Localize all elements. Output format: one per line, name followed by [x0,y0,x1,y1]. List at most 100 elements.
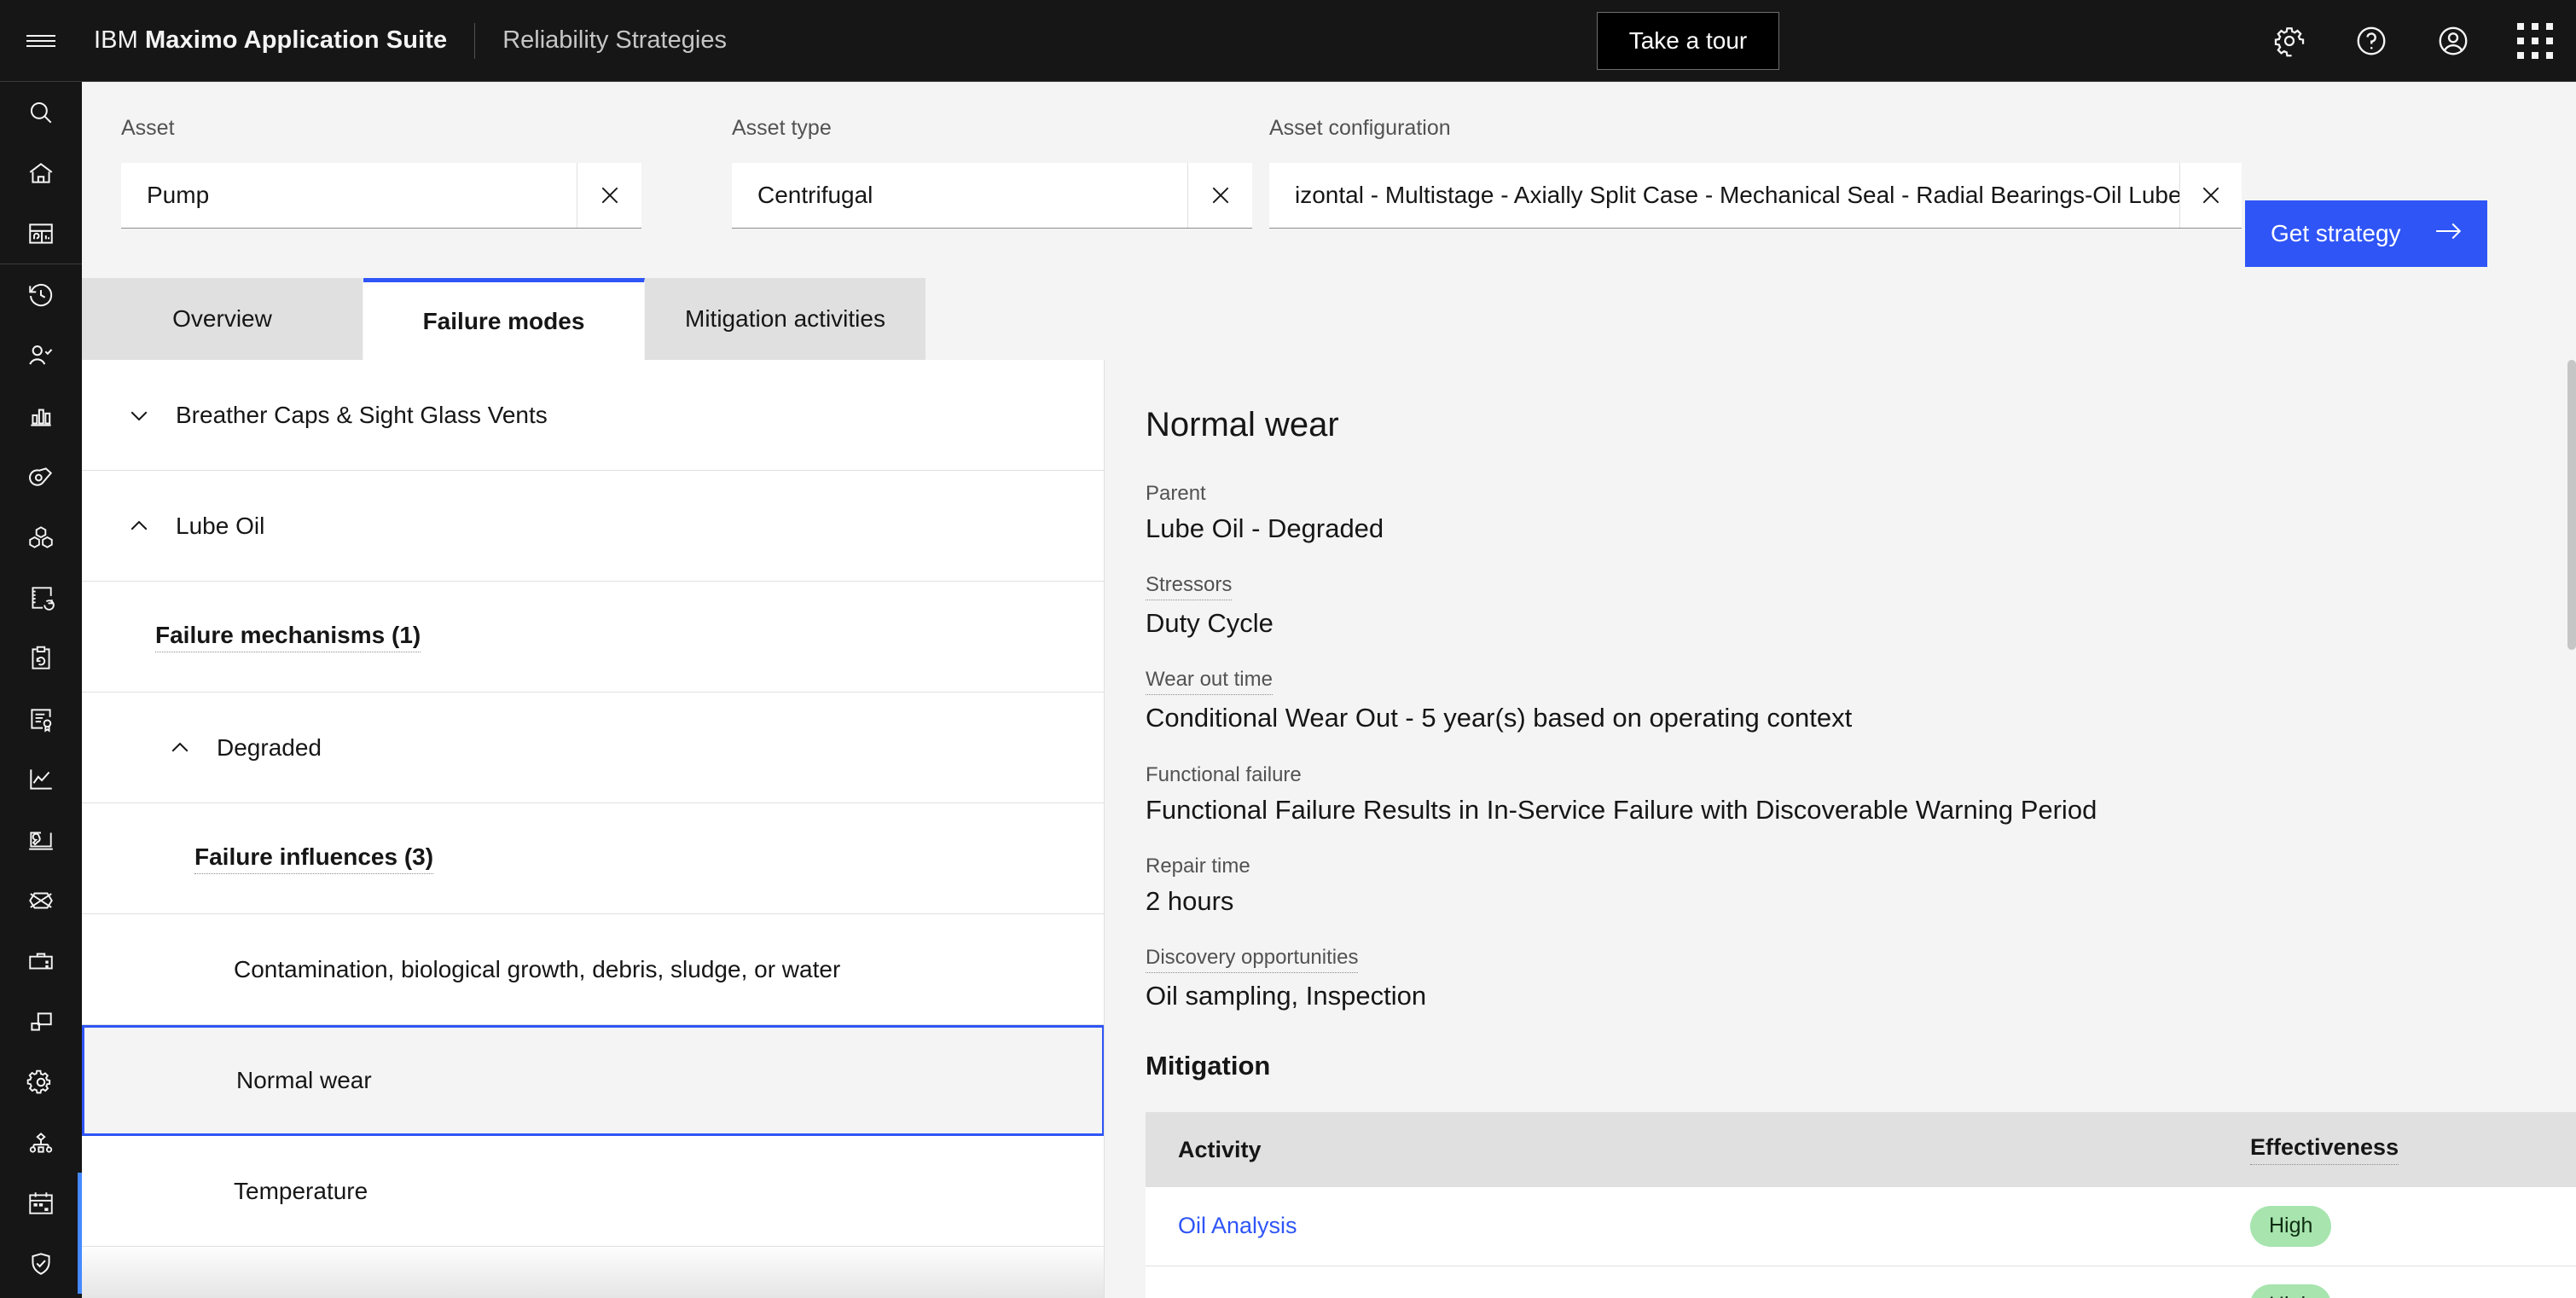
tree-item-label: Lube Oil [176,512,265,539]
help-icon[interactable] [2330,0,2412,81]
hierarchy-icon[interactable] [0,1112,82,1173]
mitigation-table: Activity Effectiveness Oil Analysis High [1146,1112,2576,1298]
global-header: IBM Maximo Application Suite Reliability… [0,0,2576,82]
asset-type-input-wrap: Centrifugal [732,163,1252,229]
failure-mode-detail-panel: Normal wear Parent Lube Oil - Degraded S… [1105,360,2576,1298]
column-header-effectiveness: Effectiveness [2218,1112,2576,1188]
detail-field-value: Conditional Wear Out - 5 year(s) based o… [1146,703,1853,733]
asset-field-label: Asset [121,116,175,140]
arrow-right-icon [2434,220,2463,248]
effectiveness-cell: High [2218,1266,2576,1298]
tree-row[interactable]: Contamination, biological growth, debris… [82,914,1104,1025]
tree-item-label: Normal wear [236,1067,372,1093]
receipt-icon[interactable] [0,1294,82,1298]
detail-field-value: Functional Failure Results in In-Service… [1146,794,2097,825]
search-icon[interactable] [0,82,82,142]
settings-gear-icon[interactable] [0,1052,82,1112]
chevron-up-icon[interactable] [164,732,196,764]
detail-field-repair-time: Repair time 2 hours [1146,855,2576,917]
tree-row[interactable]: Temperature [82,1136,1104,1247]
dashboard-icon[interactable] [0,203,82,264]
detail-field-label: Repair time [1146,854,1250,878]
tree-group-header: Failure influences (3) [82,803,1104,914]
detail-field-label[interactable]: Discovery opportunities [1146,946,1359,973]
failure-mode-tree-panel: Bearing Seals - Labyrinth Breather Caps … [82,360,1105,1298]
tree-scroll-fade [82,1243,1104,1298]
gear-icon[interactable] [2248,0,2330,81]
brand-divider [474,22,476,59]
product-name: Maximo Application Suite [145,26,448,54]
tree-row[interactable]: Lube Oil [82,471,1104,582]
get-strategy-label: Get strategy [2271,220,2401,246]
detail-field-functional-failure: Functional failure Functional Failure Re… [1146,763,2576,826]
table-row[interactable]: High [1146,1266,2576,1298]
history-icon[interactable] [0,264,82,325]
table-row[interactable]: Oil Analysis High [1146,1187,2576,1266]
tree-item-label: Contamination, biological growth, debris… [234,955,841,982]
content-area: Bearing Seals - Labyrinth Breather Caps … [82,360,2576,1298]
shield-check-icon[interactable] [0,1233,82,1294]
hamburger-icon[interactable] [0,0,82,81]
clipboard-sync-icon[interactable] [0,628,82,688]
monitor-tool-icon[interactable] [0,809,82,870]
detail-title: Normal wear [1146,406,1339,443]
failure-mode-tree: Bearing Seals - Labyrinth Breather Caps … [82,360,1104,1247]
asset-field: Asset Pump [121,116,641,229]
toolbox-icon[interactable] [0,930,82,991]
tree-row[interactable]: Degraded [82,692,1104,803]
close-icon[interactable] [2179,163,2242,228]
work-order-icon[interactable] [0,567,82,628]
get-strategy-button[interactable]: Get strategy [2245,200,2487,267]
asset-type-field-label: Asset type [732,116,832,140]
status-badge: High [2250,1284,2332,1298]
column-header-activity: Activity [1146,1112,2218,1188]
tree-row[interactable]: Breather Caps & Sight Glass Vents [82,360,1104,471]
certificate-icon[interactable] [0,688,82,749]
bar-chart-icon[interactable] [0,385,82,446]
status-badge: High [2250,1205,2332,1247]
header-actions [2248,0,2576,81]
asset-configuration-input-wrap: izontal - Multistage - Axially Split Cas… [1269,163,2242,229]
main-scrollbar-thumb[interactable] [2567,360,2576,650]
failure-mechanisms-label: Failure mechanisms (1) [155,622,421,652]
main-scrollbar[interactable] [2567,360,2576,1298]
asset-configuration-input[interactable]: izontal - Multistage - Axially Split Cas… [1269,163,2179,228]
user-avatar-icon[interactable] [2412,0,2494,81]
detail-field-discovery-opportunities: Discovery opportunities Oil sampling, In… [1146,946,2576,1011]
tree-row-selected[interactable]: Normal wear [82,1025,1104,1136]
tab-bar-filler [926,278,2576,360]
inventory-cubes-icon[interactable] [0,507,82,567]
mitigation-table-header-row: Activity Effectiveness [1146,1112,2576,1188]
tab-overview[interactable]: Overview [82,278,363,360]
detail-field-label[interactable]: Stressors [1146,573,1233,601]
close-icon[interactable] [577,163,641,228]
chevron-up-icon[interactable] [123,510,155,542]
tab-failure-modes[interactable]: Failure modes [363,278,645,360]
tab-mitigation-activities[interactable]: Mitigation activities [645,278,926,360]
calendar-icon[interactable] [0,1173,82,1233]
detail-field-label[interactable]: Wear out time [1146,668,1273,696]
detail-field-label: Functional failure [1146,762,1302,786]
failure-influences-label: Failure influences (3) [194,843,434,874]
effectiveness-cell: High [2218,1187,2576,1266]
detail-field-value: Lube Oil - Degraded [1146,513,1384,543]
asset-tag-icon[interactable] [0,446,82,507]
column-header-effectiveness-label[interactable]: Effectiveness [2250,1134,2399,1166]
asset-input-wrap: Pump [121,163,641,229]
detail-field-value: 2 hours [1146,885,1234,916]
take-a-tour-button[interactable]: Take a tour [1597,12,1779,70]
close-icon[interactable] [1187,163,1252,228]
home-icon[interactable] [0,142,82,203]
detail-field-label: Parent [1146,482,1206,505]
line-chart-icon[interactable] [0,749,82,809]
chevron-down-icon[interactable] [123,399,155,432]
asset-type-input[interactable]: Centrifugal [732,163,1187,228]
app-switcher-icon[interactable] [2494,0,2576,81]
user-check-icon[interactable] [0,325,82,385]
asset-input[interactable]: Pump [121,163,577,228]
activity-link[interactable]: Oil Analysis [1178,1213,1297,1238]
screens-icon[interactable] [0,991,82,1052]
detail-field-wear-out-time: Wear out time Conditional Wear Out - 5 y… [1146,668,2576,733]
envelope-icon[interactable] [0,870,82,930]
detail-field-value: Duty Cycle [1146,608,1273,639]
